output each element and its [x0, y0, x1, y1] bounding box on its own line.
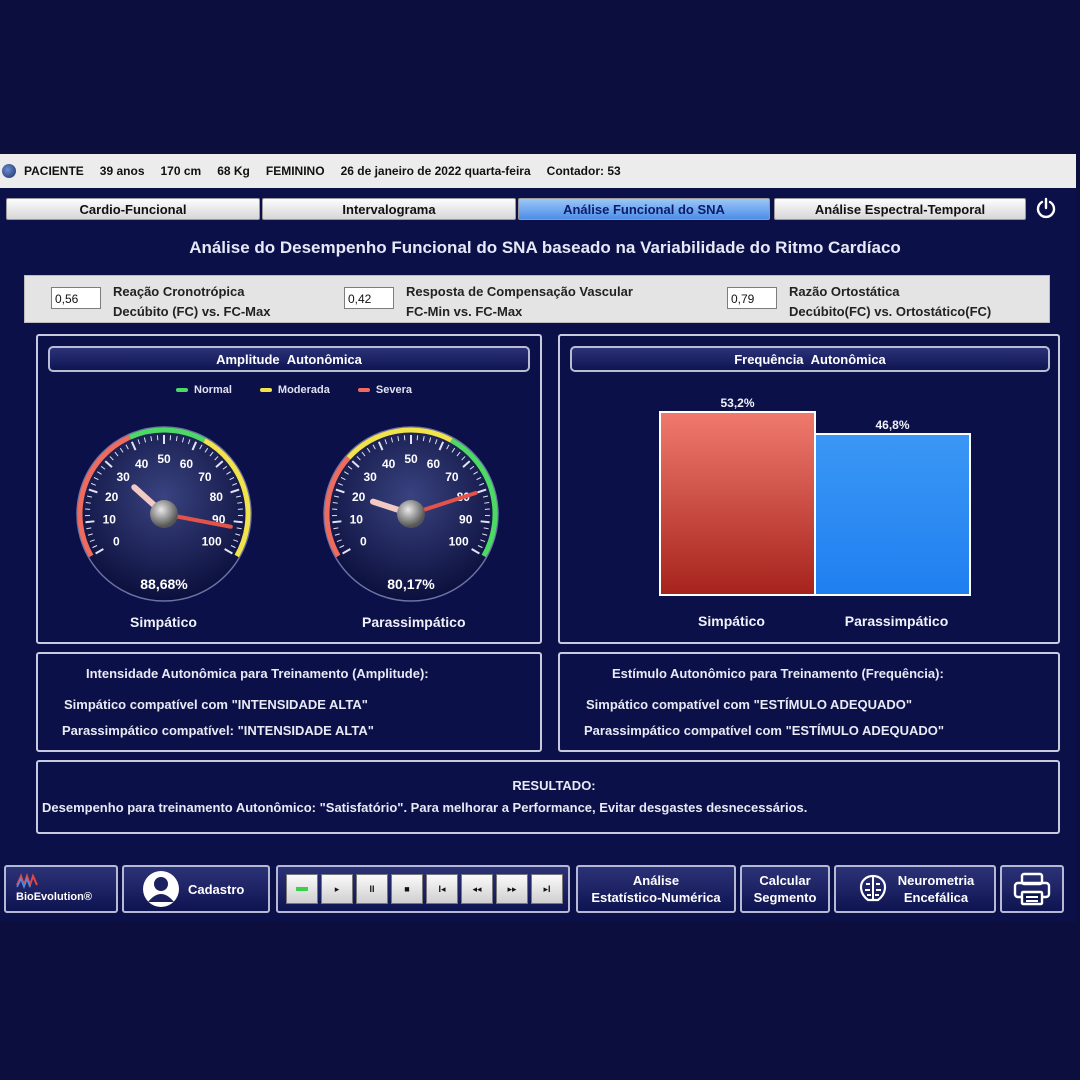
metric-resposta-compensacao: 0,42 Resposta de Compensação Vascular FC… — [344, 282, 633, 322]
patient-weight: 68 Kg — [217, 164, 250, 178]
metric-sublabel: Decúbito (FC) vs. FC-Max — [113, 304, 271, 319]
metric-sublabel: FC-Min vs. FC-Max — [406, 304, 523, 319]
gauge-legend: Normal Moderada Severa — [176, 384, 412, 396]
power-icon[interactable] — [1034, 196, 1058, 220]
patient-label: PACIENTE — [24, 164, 84, 178]
printer-icon — [1013, 872, 1051, 906]
resultado-panel — [36, 760, 1060, 834]
print-button[interactable] — [1000, 865, 1064, 913]
tab-bar: Cardio-Funcional Intervalograma Análise … — [6, 198, 1070, 220]
exam-date: 26 de janeiro de 2022 quarta-feira — [340, 164, 531, 178]
play-icon[interactable]: ▸ — [321, 874, 353, 904]
record-icon[interactable] — [286, 874, 318, 904]
metric-value[interactable]: 0,79 — [727, 287, 777, 309]
tab-cardio-funcional[interactable]: Cardio-Funcional — [6, 198, 260, 220]
legend-item-moderada: Moderada — [259, 384, 330, 396]
resultado-text: Desempenho para treinamento Autonômico: … — [42, 800, 808, 815]
tab-intervalograma[interactable]: Intervalograma — [262, 198, 516, 220]
neuro-label-1: Neurometria — [897, 873, 975, 888]
legend-label: Normal — [194, 384, 232, 396]
analise-label-2: Estatístico-Numérica — [591, 890, 721, 905]
analise-label-1: Análise — [632, 873, 680, 888]
intensidade-simpatico: Simpático compatível com "INTENSIDADE AL… — [64, 697, 368, 712]
legend-swatch-normal — [176, 388, 188, 392]
metric-sublabel: Decúbito(FC) vs. Ortostático(FC) — [789, 304, 992, 319]
estimulo-parassimpatico: Parassimpático compatível com "ESTÍMULO … — [584, 723, 945, 738]
cadastro-button[interactable]: Cadastro — [122, 865, 270, 913]
neurometria-button[interactable]: Neurometria Encefálica — [834, 865, 996, 913]
calcular-segmento-button[interactable]: Calcular Segmento — [740, 865, 830, 913]
estimulo-simpatico: Simpático compatível com "ESTÍMULO ADEQU… — [586, 697, 913, 712]
legend-label: Moderada — [277, 384, 330, 396]
pause-icon[interactable]: II — [356, 874, 388, 904]
metric-reacao-cronotropica: 0,56 Reação Cronotrópica Decúbito (FC) v… — [51, 282, 270, 322]
calcular-label-2: Segmento — [753, 890, 817, 905]
legend-item-severa: Severa — [357, 384, 412, 396]
tab-analise-funcional-sna[interactable]: Análise Funcional do SNA — [518, 198, 770, 220]
rewind-icon[interactable]: ◂◂ — [461, 874, 493, 904]
user-avatar-icon — [143, 871, 179, 907]
patient-height: 170 cm — [160, 164, 202, 178]
cadastro-label: Cadastro — [188, 881, 245, 897]
analise-estatistico-button[interactable]: Análise Estatístico-Numérica — [576, 865, 736, 913]
intensidade-title: Intensidade Autonômica para Treinamento … — [86, 666, 429, 681]
stop-icon[interactable]: ■ — [391, 874, 423, 904]
metric-label: Reação Cronotrópica — [113, 284, 245, 299]
neuro-label-2: Encefálica — [903, 890, 969, 905]
legend-swatch-moderada — [259, 388, 272, 392]
legend-swatch-severa — [357, 388, 370, 392]
frequencia-panel — [558, 334, 1060, 644]
counter: Contador: 53 — [546, 164, 621, 178]
metric-value[interactable]: 0,42 — [344, 287, 394, 309]
brand-label: BioEvolution® — [16, 890, 92, 903]
metrics-bar: 0,56 Reação Cronotrópica Decúbito (FC) v… — [24, 275, 1050, 323]
estimulo-title: Estímulo Autonômico para Treinamento (Fr… — [612, 666, 944, 681]
app-window: PACIENTE 39 anos 170 cm 68 Kg FEMININO 2… — [0, 154, 1076, 922]
brain-icon — [859, 874, 886, 902]
amplitude-panel — [36, 334, 542, 644]
skip-end-icon[interactable]: ▸I — [531, 874, 563, 904]
metric-label: Resposta de Compensação Vascular — [406, 284, 633, 299]
skip-start-icon[interactable]: I◂ — [426, 874, 458, 904]
gauge-label-simpatico: Simpático — [130, 614, 197, 630]
metric-value[interactable]: 0,56 — [51, 287, 101, 309]
metric-razao-ortostatica: 0,79 Razão Ortostática Decúbito(FC) vs. … — [727, 282, 991, 322]
calcular-label-1: Calcular — [759, 873, 811, 888]
metric-label: Razão Ortostática — [789, 284, 900, 299]
frequencia-header: Frequência Autonômica — [570, 346, 1050, 372]
bioevolution-logo-icon — [16, 872, 38, 889]
patient-sex: FEMININO — [265, 164, 325, 178]
resultado-title: RESULTADO: — [512, 778, 596, 793]
bottom-toolbar: BioEvolution® Cadastro ▸ II ■ I◂ ◂◂ ▸▸ ▸… — [0, 857, 1076, 921]
fast-forward-icon[interactable]: ▸▸ — [496, 874, 528, 904]
legend-label: Severa — [375, 384, 412, 396]
page-title: Análise do Desempenho Funcional do SNA b… — [189, 238, 901, 257]
app-globe-icon — [2, 164, 16, 178]
intensidade-parassimpatico: Parassimpático compatível: "INTENSIDADE … — [62, 723, 374, 738]
tab-analise-espectral-temporal[interactable]: Análise Espectral-Temporal — [774, 198, 1026, 220]
legend-item-normal: Normal — [176, 384, 232, 396]
bioevolution-button[interactable]: BioEvolution® — [4, 865, 118, 913]
patient-bar: PACIENTE 39 anos 170 cm 68 Kg FEMININO 2… — [0, 154, 1076, 188]
patient-age: 39 anos — [99, 164, 145, 178]
gauge-label-parassimpatico: Parassimpático — [362, 614, 466, 630]
playback-controls: ▸ II ■ I◂ ◂◂ ▸▸ ▸I — [276, 865, 570, 913]
amplitude-header: Amplitude Autonômica — [48, 346, 530, 372]
